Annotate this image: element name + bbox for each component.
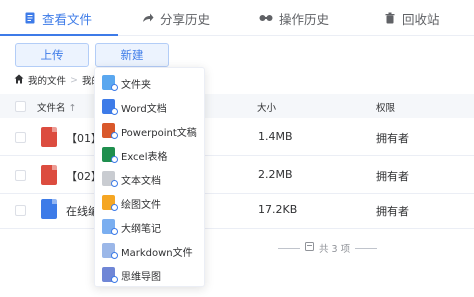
menu-item-label: Word文档: [121, 103, 167, 115]
word-file-icon: [41, 199, 57, 219]
add-badge-icon: [111, 180, 118, 187]
column-header-name[interactable]: 文件名 ↑: [37, 100, 77, 114]
trash-icon: [384, 12, 396, 24]
menu-item-excel[interactable]: Excel表格: [95, 143, 206, 167]
menu-item-word[interactable]: Word文档: [95, 95, 206, 119]
menu-item-label: 思维导图: [121, 271, 161, 283]
menu-item-label: 绘图文件: [121, 199, 161, 211]
menu-item-folder[interactable]: 文件夹: [95, 71, 206, 95]
new-file-menu: 文件夹 Word文档 Powerpoint文稿 Excel表格 文本文档绘图文件大纲笔记…: [94, 67, 205, 287]
file-permission: 拥有者: [376, 205, 409, 218]
tab-label: 操作历史: [279, 11, 330, 27]
menu-item-text-file[interactable]: 文本文档: [95, 167, 206, 191]
add-badge-icon: [111, 252, 118, 259]
tab-operation-history[interactable]: 操作历史: [259, 0, 329, 36]
add-badge-icon: [111, 204, 118, 211]
menu-item-label: Excel表格: [121, 151, 168, 163]
row-checkbox[interactable]: [15, 132, 26, 143]
file-size: 1.4MB: [258, 130, 293, 143]
add-badge-icon: [111, 156, 118, 163]
tab-label: 查看文件: [42, 11, 93, 27]
history-icon: [259, 12, 273, 24]
active-tab-indicator: [0, 34, 118, 36]
file-count: 共 3 项: [319, 244, 351, 255]
pdf-file-icon: [41, 127, 57, 147]
menu-item-outline-note[interactable]: 大纲笔记: [95, 215, 206, 239]
add-badge-icon: [111, 228, 118, 235]
tab-recycle-bin[interactable]: 回收站: [384, 0, 440, 36]
table-row[interactable]: 【01】 1.4MB 拥有者: [0, 118, 474, 156]
table-row[interactable]: 【02】 2.2MB 拥有者: [0, 156, 474, 194]
column-header-name-label: 文件名: [37, 103, 66, 114]
file-size: 17.2KB: [258, 203, 298, 216]
tab-label: 回收站: [402, 11, 440, 27]
file-permission: 拥有者: [376, 170, 409, 183]
sort-arrow-icon[interactable]: ↑: [69, 103, 77, 114]
menu-item-markdown[interactable]: Markdown文件: [95, 239, 206, 263]
table-header: 文件名 ↑ 大小 权限: [0, 94, 474, 118]
tab-label: 分享历史: [160, 11, 211, 27]
divider: [355, 247, 378, 249]
add-badge-icon: [111, 108, 118, 115]
row-checkbox[interactable]: [15, 170, 26, 181]
share-icon: [142, 12, 154, 24]
menu-item-label: Markdown文件: [121, 247, 193, 259]
menu-item-label: 文本文档: [121, 175, 161, 187]
home-icon: [14, 74, 24, 87]
table-row[interactable]: 在线编 17.2KB 拥有者: [0, 191, 474, 229]
divider: [278, 247, 300, 249]
tab-share-history[interactable]: 分享历史: [142, 0, 210, 36]
menu-item-label: Powerpoint文稿: [121, 127, 197, 139]
column-header-permission: 权限: [376, 103, 396, 114]
add-badge-icon: [111, 132, 118, 139]
file-count-icon: [305, 242, 314, 254]
tab-bar: 查看文件 分享历史 操作历史 回收站: [0, 0, 474, 36]
select-all-checkbox[interactable]: [15, 101, 26, 112]
menu-item-label: 大纲笔记: [121, 223, 161, 235]
menu-item-label: 文件夹: [121, 79, 151, 91]
menu-item-powerpoint[interactable]: Powerpoint文稿: [95, 119, 206, 143]
breadcrumb-separator: >: [70, 74, 78, 86]
column-header-size: 大小: [257, 103, 277, 114]
row-checkbox[interactable]: [15, 205, 26, 216]
pdf-file-icon: [41, 165, 57, 185]
upload-button[interactable]: 上传: [15, 43, 89, 67]
breadcrumb: 我的文件 > 我的: [14, 72, 101, 88]
file-permission: 拥有者: [376, 132, 409, 145]
breadcrumb-home[interactable]: 我的文件: [28, 73, 66, 87]
table-footer: 共 3 项: [278, 241, 378, 255]
add-badge-icon: [111, 276, 118, 283]
file-size: 2.2MB: [258, 168, 293, 181]
menu-item-mind-map[interactable]: 思维导图: [95, 263, 206, 287]
new-button[interactable]: 新建: [95, 43, 169, 67]
menu-item-drawing[interactable]: 绘图文件: [95, 191, 206, 215]
add-badge-icon: [111, 84, 118, 91]
document-icon: [24, 12, 36, 24]
tab-view-files[interactable]: 查看文件: [24, 0, 92, 36]
